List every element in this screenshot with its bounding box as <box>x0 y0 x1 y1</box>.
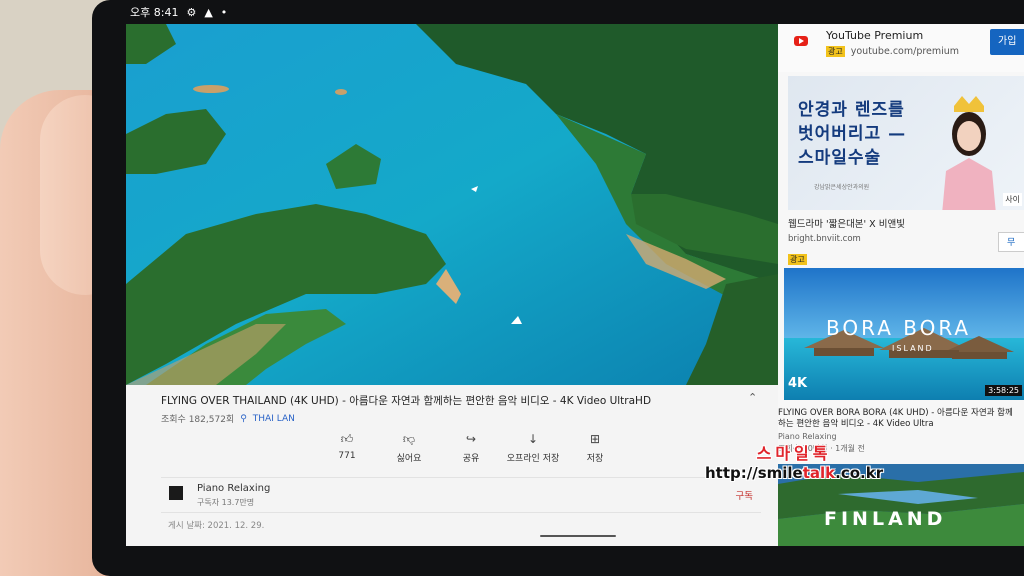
save-icon: ⊞ <box>589 432 601 446</box>
youtube-logo-icon <box>794 36 808 46</box>
video-title[interactable]: FLYING OVER THAILAND (4K UHD) - 아름다운 자연과… <box>161 393 731 408</box>
ad-person-image <box>942 96 996 210</box>
premium-url: youtube.com/premium <box>850 46 960 57</box>
bora-overlay-title: BORA BORA <box>826 316 972 340</box>
gear-icon: ⚙ <box>186 5 197 19</box>
subscribe-button[interactable]: 구독 <box>736 488 753 502</box>
ad-headline-line3: 스마일수술 <box>798 148 882 168</box>
like-count: 771 <box>338 451 356 461</box>
ad-corner-label[interactable]: 사이 <box>1003 193 1022 206</box>
home-indicator[interactable] <box>540 535 616 537</box>
action-bar: 👍︎ 771 👎︎ 싫어요 ↪ 공유 ↓ 오프라인 저장 ⊞ 저장 <box>316 432 626 464</box>
ad-thumbnail[interactable]: 안경과 렌즈를 벗어버리고 — 스마일수술 강남밝은세상안과의원 사이 <box>788 76 1024 210</box>
view-count: 조회수 182,572회 <box>161 415 235 425</box>
dislike-button[interactable]: 👎︎ 싫어요 <box>378 432 440 464</box>
chevron-up-icon[interactable]: ⌃ <box>748 391 757 404</box>
ad-badge: 광고 <box>788 254 807 265</box>
duration-badge: 3:58:25 <box>985 385 1022 396</box>
video-frame <box>126 24 778 385</box>
ad-headline: 안경과 렌즈를 벗어버리고 — 스마일수술 <box>798 98 906 170</box>
video-meta: 조회수 182,572회 ⚲ THAI LAN <box>161 412 295 426</box>
watermark-suffix: .co.kr <box>835 464 884 482</box>
channel-row[interactable]: Piano Relaxing 구독자 13.7만명 구독 <box>161 477 761 513</box>
avatar[interactable] <box>169 486 183 500</box>
video-info-panel: FLYING OVER THAILAND (4K UHD) - 아름다운 자연과… <box>126 385 778 546</box>
premium-sub: 광고 youtube.com/premium <box>826 46 959 57</box>
watermark-line1: 스마일톡 <box>756 444 832 463</box>
finland-overlay-title: FINLAND <box>824 508 947 530</box>
ad-brand: 강남밝은세상안과의원 <box>814 184 870 191</box>
download-label: 오프라인 저장 <box>506 454 560 464</box>
watermark-highlight: talk <box>802 464 836 482</box>
dot-icon: • <box>220 5 228 19</box>
thumbs-up-icon: 👍︎ <box>340 432 354 446</box>
share-button[interactable]: ↪ 공유 <box>440 432 502 464</box>
quality-badge: 4K <box>788 376 808 391</box>
watermark: 스마일톡 http://smiletalk.co.kr <box>705 440 883 482</box>
ad-headline-line1: 안경과 렌즈를 <box>798 100 905 120</box>
save-label: 저장 <box>586 454 604 464</box>
premium-title: YouTube Premium <box>826 29 924 42</box>
download-icon: ↓ <box>527 432 539 446</box>
open-button[interactable]: 무 <box>998 232 1024 252</box>
channel-name[interactable]: Piano Relaxing <box>197 483 270 494</box>
dislike-label: 싫어요 <box>396 454 422 464</box>
related-video-title[interactable]: FLYING OVER BORA BORA (4K UHD) - 아름다운 자연… <box>778 408 1016 430</box>
like-button[interactable]: 👍︎ 771 <box>316 432 378 464</box>
save-button[interactable]: ⊞ 저장 <box>564 432 626 464</box>
bora-overlay-sub: ISLAND <box>892 344 934 353</box>
watermark-line2: http://smiletalk.co.kr <box>705 464 883 482</box>
status-time: 오후 8:41 <box>130 6 179 19</box>
notification-icon: ▲ <box>204 5 213 19</box>
location-link[interactable]: THAI LAN <box>253 414 295 424</box>
related-video-thumbnail[interactable]: BORA BORA ISLAND 4K 3:58:25 <box>784 268 1024 400</box>
location-pin-icon: ⚲ <box>240 413 247 424</box>
download-button[interactable]: ↓ 오프라인 저장 <box>502 432 564 464</box>
tablet-screen: 오후 8:41 ⚙ ▲ • FLYING OVER THAILAND (4K U… <box>126 0 1024 546</box>
video-player[interactable] <box>126 24 778 385</box>
premium-ad[interactable]: YouTube Premium 광고 youtube.com/premium 가… <box>778 24 1024 72</box>
publish-date: 게시 날짜: 2021. 12. 29. <box>168 521 265 531</box>
watermark-prefix: http://smile <box>705 464 803 482</box>
join-button[interactable]: 가입 <box>990 29 1024 55</box>
status-bar: 오후 8:41 ⚙ ▲ • <box>126 0 1024 24</box>
thumbs-down-icon: 👎︎ <box>402 432 416 446</box>
ad-badge-container: 광고 <box>788 247 807 266</box>
ad-headline-line2: 벗어버리고 — <box>798 124 907 144</box>
ad-url: bright.bnviit.com <box>788 234 861 244</box>
ad-badge: 광고 <box>826 46 845 57</box>
ad-caption[interactable]: 웹드라마 '짧은대본' X 비앤빛 <box>788 216 905 230</box>
share-label: 공유 <box>462 454 480 464</box>
subscriber-count: 구독자 13.7만명 <box>197 498 255 507</box>
share-icon: ↪ <box>465 432 477 446</box>
